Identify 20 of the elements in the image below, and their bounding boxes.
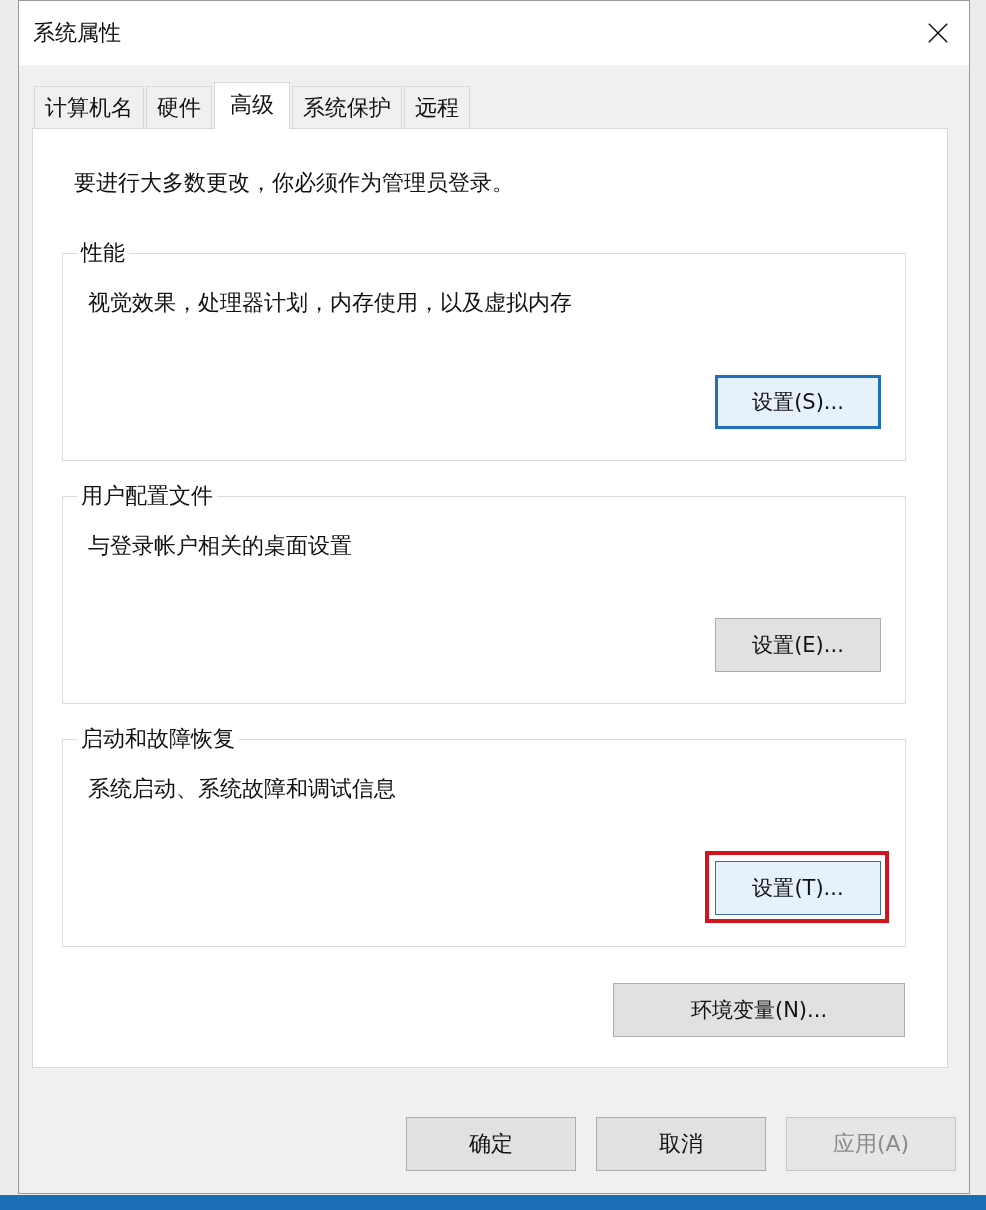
tab[interactable]: 计算机名 xyxy=(34,86,144,128)
tab[interactable]: 硬件 xyxy=(146,86,212,128)
dialog-button[interactable]: 确定 xyxy=(406,1117,576,1171)
group-title: 性能 xyxy=(79,240,126,266)
close-icon[interactable] xyxy=(927,22,949,44)
notice-text: 要进行大多数更改，你必须作为管理员登录。 xyxy=(74,170,515,196)
environment-variables-button[interactable]: 环境变量(N)... xyxy=(613,983,905,1037)
window-title: 系统属性 xyxy=(33,19,121,47)
group-description: 系统启动、系统故障和调试信息 xyxy=(88,776,397,802)
tab[interactable]: 系统保护 xyxy=(292,86,402,128)
settings-button[interactable]: 设置(T)... xyxy=(715,861,881,915)
tab[interactable]: 高级 xyxy=(214,82,290,129)
group-title: 用户配置文件 xyxy=(80,483,214,509)
group-description: 与登录帐户相关的桌面设置 xyxy=(88,533,353,559)
tab[interactable]: 远程 xyxy=(404,86,470,128)
settings-button[interactable]: 设置(E)... xyxy=(715,618,881,672)
group-description: 视觉效果，处理器计划，内存使用，以及虚拟内存 xyxy=(88,290,573,316)
settings-button[interactable]: 设置(S)... xyxy=(715,375,881,429)
dialog-button[interactable]: 取消 xyxy=(596,1117,766,1171)
group-title: 启动和故障恢复 xyxy=(80,726,236,752)
